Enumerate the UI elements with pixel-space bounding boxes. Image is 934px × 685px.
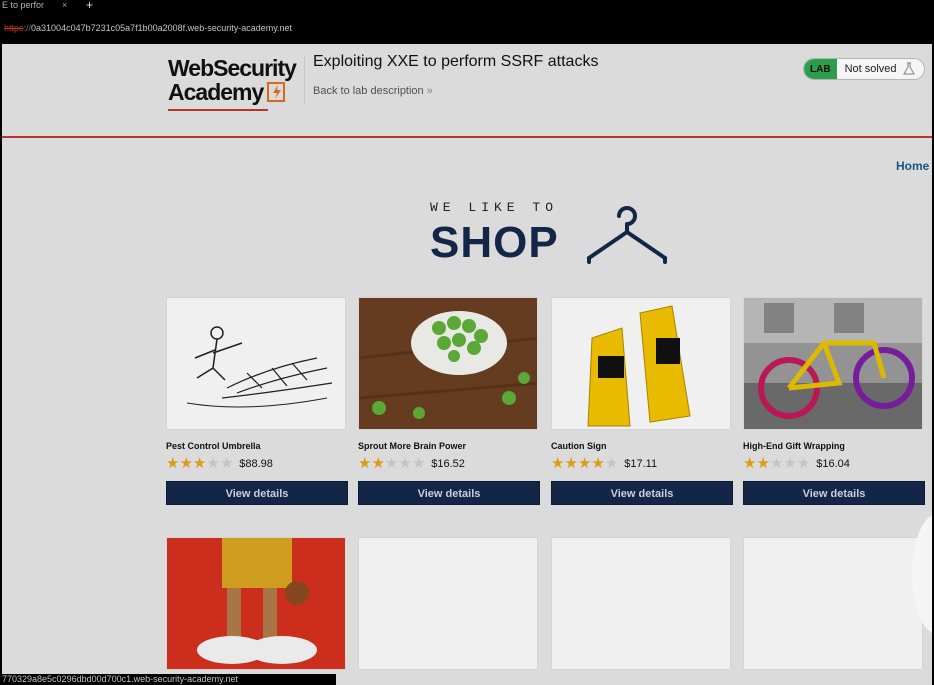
url-host: 0a31004c047b7231c05a7f1b00a2008f.web-sec… bbox=[31, 23, 293, 33]
view-details-button[interactable]: View details bbox=[358, 481, 540, 505]
lightning-logo-icon bbox=[267, 82, 286, 102]
star-icon: ★ bbox=[756, 455, 770, 472]
product-card: Sprout More Brain Power ★ ★ ★ ★ ★ $16.52 Vie… bbox=[358, 297, 540, 505]
browser-tab-title[interactable]: E to perfor bbox=[2, 0, 44, 11]
product-name: High-End Gift Wrapping bbox=[743, 441, 845, 451]
address-bar[interactable]: https://0a31004c047b7231c05a7f1b00a2008f… bbox=[0, 12, 934, 44]
web-page: WebSecurity Academy Exploiting XXE to pe… bbox=[2, 44, 932, 685]
lab-badge: LAB bbox=[804, 59, 837, 79]
lab-status-text: Not solved bbox=[844, 63, 897, 75]
product-card: Caution Sign ★ ★ ★ ★ ★ $17.11 View details bbox=[551, 297, 733, 505]
star-empty-icon: ★ bbox=[411, 455, 426, 472]
banner-title: SHOP bbox=[430, 218, 559, 267]
star-icon: ★ bbox=[577, 455, 592, 472]
close-tab-icon[interactable]: × bbox=[62, 0, 67, 11]
star-icon: ★ bbox=[591, 455, 605, 472]
product-image-placeholder[interactable] bbox=[358, 537, 538, 670]
view-details-button[interactable]: View details bbox=[551, 481, 733, 505]
star-icon: ★ bbox=[192, 455, 207, 472]
view-details-button[interactable]: View details bbox=[743, 481, 925, 505]
url-scheme: https bbox=[4, 23, 24, 33]
we-like-to-shop-banner: WE LIKE TO SHOP bbox=[430, 198, 670, 278]
star-empty-icon: ★ bbox=[796, 455, 811, 472]
chevron-right-icon: » bbox=[426, 85, 433, 97]
logo-text-line1: WebSecurity bbox=[168, 55, 297, 81]
browser-tab-bar: E to perfor × + bbox=[0, 0, 934, 12]
product-card bbox=[743, 537, 925, 670]
browser-status-bar: 770329a8e5c0296dbd00d700c1.web-security-… bbox=[0, 674, 336, 685]
product-card bbox=[551, 537, 733, 670]
star-empty-icon: ★ bbox=[783, 455, 797, 472]
product-image-placeholder[interactable] bbox=[743, 537, 923, 670]
star-icon: ★ bbox=[358, 455, 372, 472]
star-icon: ★ bbox=[179, 455, 193, 472]
star-icon: ★ bbox=[743, 455, 757, 472]
lab-header: WebSecurity Academy Exploiting XXE to pe… bbox=[2, 44, 932, 138]
home-link[interactable]: Home bbox=[896, 159, 929, 173]
product-price: $88.98 bbox=[239, 458, 273, 470]
product-price: $16.04 bbox=[816, 458, 850, 470]
product-rating: ★ ★ ★ ★ ★ $16.52 bbox=[358, 456, 540, 472]
product-rating: ★ ★ ★ ★ ★ $88.98 bbox=[166, 456, 348, 472]
product-card bbox=[358, 537, 540, 670]
logo-text-line2-label: Academy bbox=[168, 79, 264, 105]
product-image-umbrella[interactable] bbox=[166, 297, 346, 430]
flask-icon bbox=[902, 62, 916, 76]
banner-tagline: WE LIKE TO bbox=[430, 200, 559, 215]
header-divider bbox=[304, 56, 305, 104]
star-empty-icon: ★ bbox=[398, 455, 412, 472]
url-text[interactable]: https://0a31004c047b7231c05a7f1b00a2008f… bbox=[4, 23, 292, 33]
product-name: Caution Sign bbox=[551, 441, 607, 451]
star-icon: ★ bbox=[551, 455, 565, 472]
star-icon: ★ bbox=[166, 455, 180, 472]
product-name: Pest Control Umbrella bbox=[166, 441, 261, 451]
star-empty-icon: ★ bbox=[384, 455, 399, 472]
product-image-sprouts[interactable] bbox=[358, 297, 538, 430]
product-card: High-End Gift Wrapping ★ ★ ★ ★ ★ $16.04 View… bbox=[743, 297, 925, 505]
product-card bbox=[166, 537, 348, 670]
product-price: $16.52 bbox=[431, 458, 465, 470]
star-empty-icon: ★ bbox=[219, 455, 234, 472]
product-image-knitted-bike[interactable] bbox=[743, 297, 923, 430]
web-security-academy-logo[interactable]: WebSecurity Academy bbox=[168, 55, 303, 111]
logo-text-line2: Academy bbox=[168, 80, 303, 104]
lab-title: Exploiting XXE to perform SSRF attacks bbox=[313, 53, 599, 70]
star-empty-icon: ★ bbox=[206, 455, 220, 472]
star-empty-icon: ★ bbox=[604, 455, 619, 472]
new-tab-icon[interactable]: + bbox=[86, 0, 93, 11]
product-rating: ★ ★ ★ ★ ★ $16.04 bbox=[743, 456, 925, 472]
product-card: Pest Control Umbrella ★ ★ ★ ★ ★ $88.98 View … bbox=[166, 297, 348, 505]
star-icon: ★ bbox=[564, 455, 578, 472]
logo-underline bbox=[168, 109, 268, 111]
product-name: Sprout More Brain Power bbox=[358, 441, 467, 451]
product-price: $17.11 bbox=[624, 458, 658, 470]
back-to-lab-description-link[interactable]: Back to lab description» bbox=[313, 85, 433, 97]
view-details-button[interactable]: View details bbox=[166, 481, 348, 505]
product-image-placeholder[interactable] bbox=[551, 537, 731, 670]
product-rating: ★ ★ ★ ★ ★ $17.11 bbox=[551, 456, 733, 472]
product-image-figure-shoes[interactable] bbox=[166, 537, 346, 670]
url-separator: :// bbox=[23, 23, 32, 33]
lab-status-widget: LAB Not solved bbox=[803, 58, 925, 80]
product-image-caution-sign[interactable] bbox=[551, 297, 731, 430]
star-icon: ★ bbox=[371, 455, 385, 472]
clothes-hanger-icon bbox=[587, 206, 667, 264]
back-link-label: Back to lab description bbox=[313, 85, 424, 97]
star-empty-icon: ★ bbox=[769, 455, 784, 472]
